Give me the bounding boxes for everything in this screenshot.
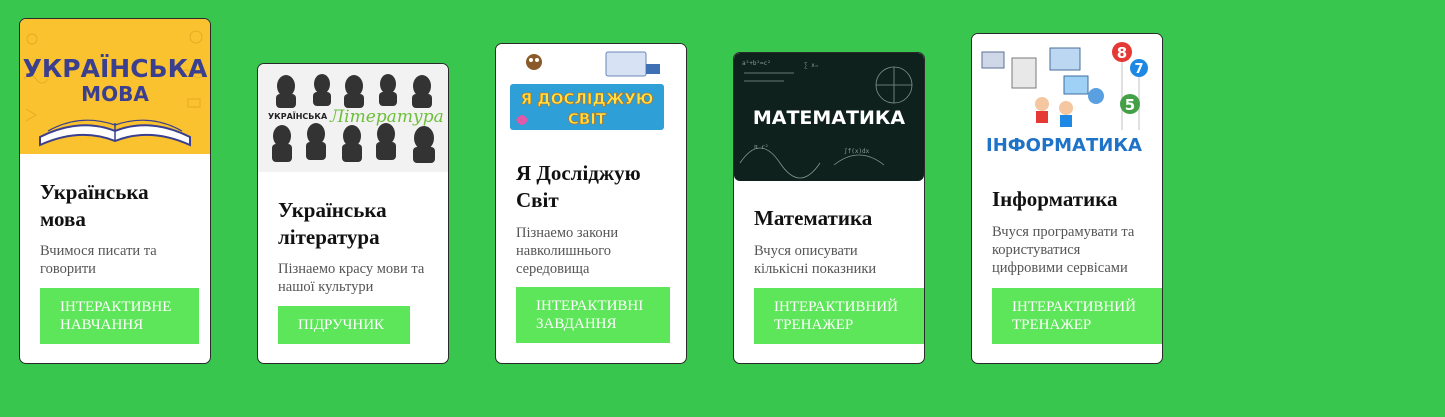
exploring-world-image-subtitle: СВІТ [568, 110, 607, 128]
ukrainian-literature-image: УКРАЇНСЬКА Література [258, 64, 448, 172]
open-book-illustration: УКРАЇНСЬКА МОВА [23, 30, 208, 147]
informatics-illustration: 8 7 5 ІНФОРМАТИКА [981, 42, 1148, 156]
writers-portraits-illustration: УКРАЇНСЬКА Література [268, 74, 444, 163]
card-title: Я Досліджую Світ [516, 161, 641, 212]
math-image: a²+b²=c² ∑ xₙ ∫f(x)dx π r² МАТЕМАТИКА [734, 53, 924, 181]
informatics-image-label: ІНФОРМАТИКА [986, 135, 1142, 156]
card-description: Пізнаемо закони навколишнього середовища [516, 225, 619, 277]
svg-text:a²+b²=c²: a²+b²=c² [742, 60, 771, 67]
ukrainian-language-image: УКРАЇНСЬКА МОВА [20, 19, 210, 154]
course-card-informatics: 8 7 5 ІНФОРМАТИКА Інформатика Вчуся прог… [971, 33, 1163, 364]
course-card-ukrainian-language: УКРАЇНСЬКА МОВА Українська мова Вчимося … [19, 18, 211, 364]
exploring-world-image-title: Я ДОСЛІДЖУЮ [521, 90, 654, 108]
course-card-math: a²+b²=c² ∑ xₙ ∫f(x)dx π r² МАТЕМАТИКА Матем… [733, 52, 925, 364]
card-title: Українська література [278, 198, 387, 249]
card-description: Вчимося писати та говорити [40, 243, 157, 277]
informatics-image: 8 7 5 ІНФОРМАТИКА [972, 34, 1162, 164]
card-title: Українська мова [40, 180, 149, 231]
math-image-label: МАТЕМАТИКА [753, 107, 906, 129]
interactive-trainer-button[interactable]: ІНТЕРАКТИВНИЙ ТРЕНАЖЕР [754, 288, 924, 344]
literature-image-small-label: УКРАЇНСЬКА [268, 111, 328, 121]
balloon-number-5: 5 [1125, 96, 1135, 114]
literature-image-script-label: Література [329, 107, 444, 127]
ukrainian-language-image-title: УКРАЇНСЬКА [23, 53, 208, 83]
interactive-trainer-button[interactable]: ІНТЕРАКТИВНИЙ ТРЕНАЖЕР [992, 288, 1162, 344]
interactive-tasks-button[interactable]: ІНТЕРАКТИВНІ ЗАВДАННЯ [516, 287, 670, 343]
svg-text:∑ xₙ: ∑ xₙ [804, 62, 818, 69]
card-description: Пізнаемо красу мови та нашої культури [278, 261, 425, 295]
card-description: Вчуся описувати кількісні показники [754, 243, 877, 277]
card-title: Інформатика [992, 187, 1118, 211]
card-title: Математика [754, 206, 873, 230]
exploring-world-image: Я ДОСЛІДЖУЮ СВІТ [496, 44, 686, 139]
course-card-ukrainian-literature: УКРАЇНСЬКА Література Українська літерат… [257, 63, 449, 364]
svg-text:π r²: π r² [754, 144, 768, 151]
balloon-number-7: 7 [1134, 62, 1143, 77]
card-description: Вчуся програмувати та користуватися цифр… [992, 224, 1135, 276]
course-card-exploring-world: Я ДОСЛІДЖУЮ СВІТ Я Досліджую Світ Пізнае… [495, 43, 687, 364]
balloon-number-8: 8 [1117, 44, 1127, 62]
exploring-world-illustration: Я ДОСЛІДЖУЮ СВІТ [510, 51, 664, 130]
svg-text:∫f(x)dx: ∫f(x)dx [844, 147, 870, 155]
textbook-button[interactable]: ПІДРУЧНИК [278, 306, 410, 344]
interactive-learning-button[interactable]: ІНТЕРАКТИВНЕ НАВЧАННЯ [40, 288, 199, 344]
ukrainian-language-image-subtitle: МОВА [81, 82, 149, 106]
chalkboard-illustration: a²+b²=c² ∑ xₙ ∫f(x)dx π r² МАТЕМАТИКА [739, 60, 913, 179]
